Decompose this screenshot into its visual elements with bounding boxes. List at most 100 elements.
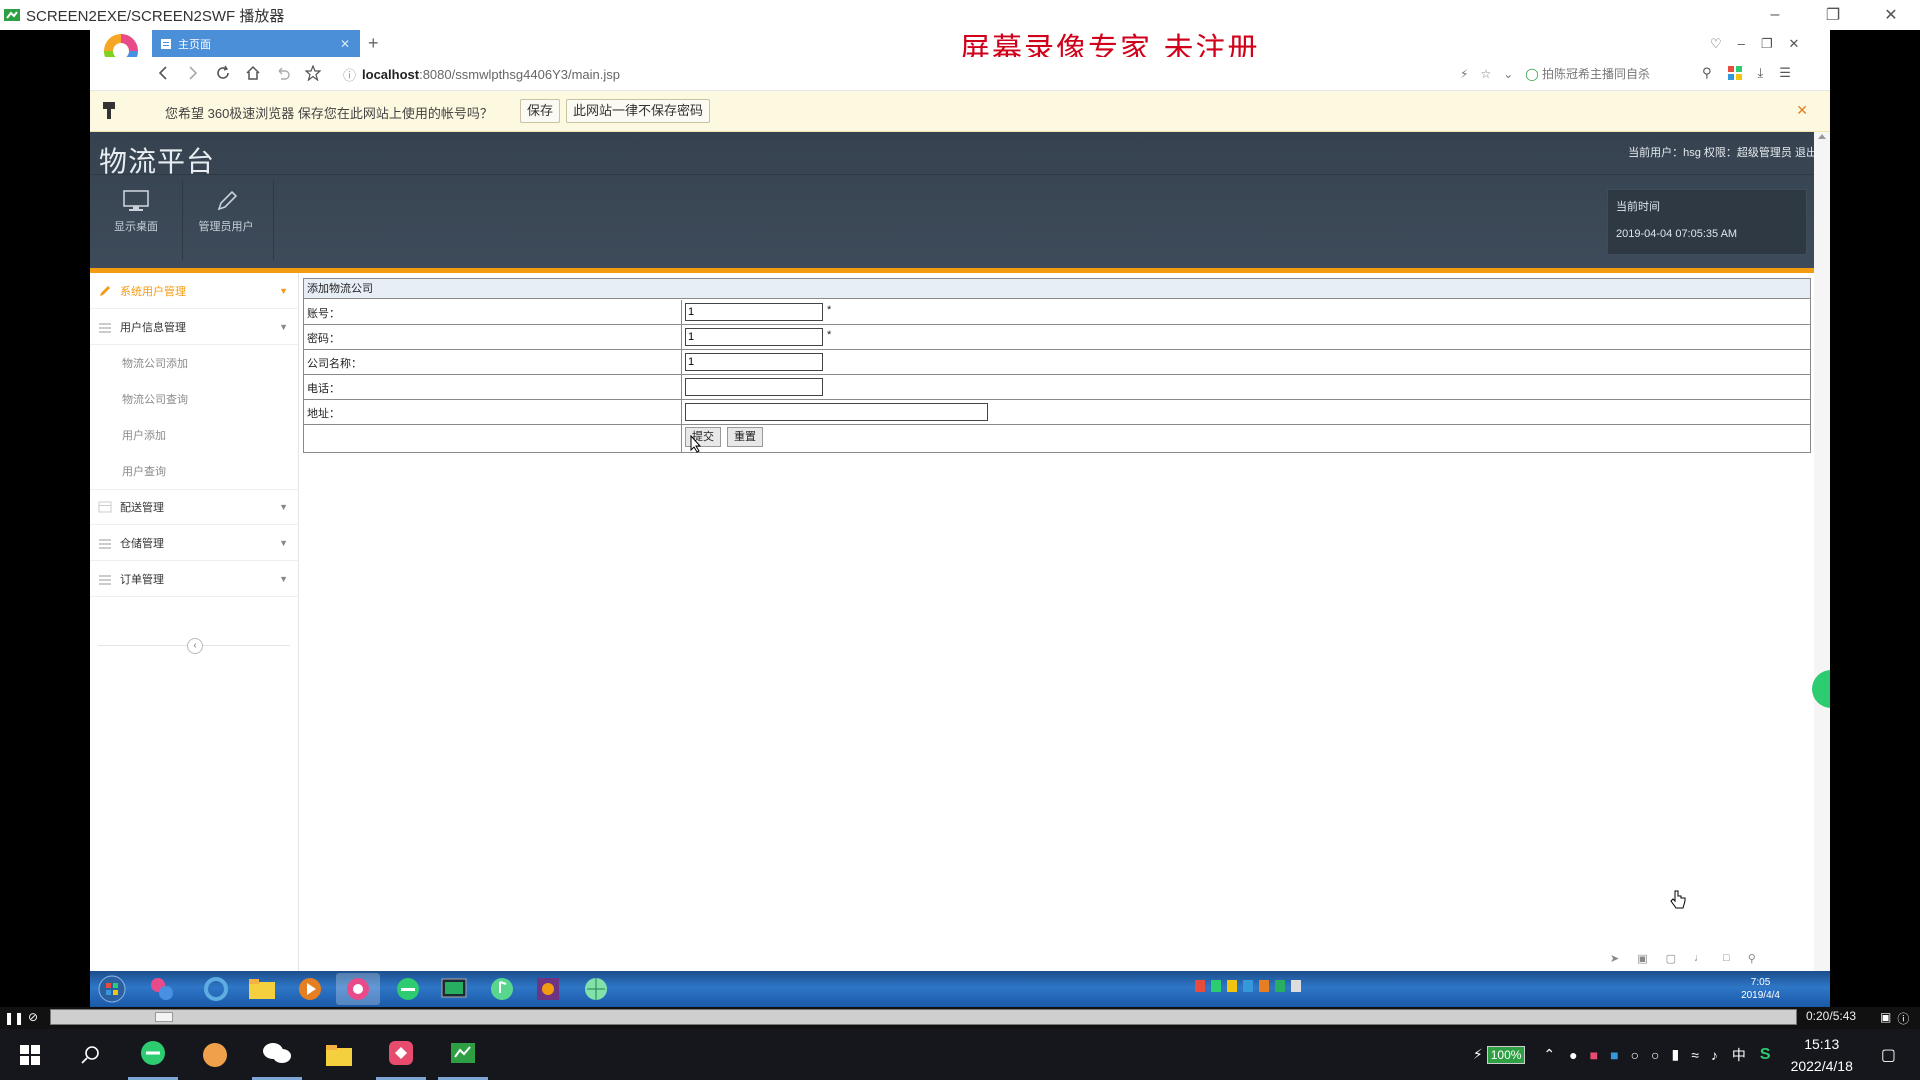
- system-clock[interactable]: 15:13 2022/4/18: [1791, 1033, 1853, 1077]
- tray-icon[interactable]: [1291, 980, 1301, 992]
- skin-icon[interactable]: ♡: [1710, 36, 1722, 52]
- minimize-button[interactable]: –: [1746, 0, 1804, 30]
- orange-app-icon[interactable]: [190, 1029, 240, 1080]
- sidebar-item-delivery[interactable]: 配送管理 ▼: [90, 489, 298, 525]
- terminal-icon[interactable]: [432, 973, 476, 1005]
- chevron-up-icon[interactable]: ⌃: [1543, 1046, 1555, 1063]
- never-save-button[interactable]: 此网站一律不保存密码: [566, 99, 711, 123]
- tray-icon[interactable]: [1275, 980, 1285, 992]
- game-icon[interactable]: [526, 973, 570, 1005]
- blue-tray-icon[interactable]: ■: [1610, 1047, 1618, 1063]
- tray-icon[interactable]: [1227, 980, 1237, 992]
- tray-icon[interactable]: [1211, 980, 1221, 992]
- music-icon[interactable]: [480, 973, 524, 1005]
- browser-green-icon[interactable]: [386, 973, 430, 1005]
- wechat-icon[interactable]: [252, 1029, 302, 1080]
- back-icon[interactable]: [155, 65, 171, 81]
- red-tray-icon[interactable]: ■: [1590, 1047, 1598, 1063]
- scroll-up-icon[interactable]: [1818, 134, 1826, 139]
- tab-main-page[interactable]: 主页面 ✕: [152, 30, 360, 57]
- app-taskbar-icon[interactable]: [140, 973, 184, 1005]
- home-icon[interactable]: [245, 65, 261, 81]
- search-hint[interactable]: ◯ 拍陈冠希主播同自杀: [1525, 65, 1650, 82]
- folder-icon[interactable]: [240, 973, 284, 1005]
- sidebar-item-user-info[interactable]: 用户信息管理 ▼: [90, 309, 298, 345]
- restore-button[interactable]: ❐: [1804, 0, 1862, 30]
- browser-restore-icon[interactable]: ❐: [1761, 36, 1773, 52]
- tray-icon[interactable]: [1195, 980, 1205, 992]
- ie-icon[interactable]: [194, 973, 238, 1005]
- zoom-icon[interactable]: ⚲: [1748, 952, 1756, 970]
- password-input[interactable]: [685, 328, 823, 346]
- phone-input[interactable]: [685, 378, 823, 396]
- sidebar-subitem-query-company[interactable]: 物流公司查询: [90, 381, 298, 417]
- admin-user-button[interactable]: 管理员用户: [186, 190, 266, 234]
- wechat-tray-icon-2[interactable]: ○: [1651, 1047, 1659, 1063]
- sidebar-subitem-add-user[interactable]: 用户添加: [90, 417, 298, 453]
- red-app-icon[interactable]: [376, 1029, 426, 1080]
- tray-icon[interactable]: [1243, 980, 1253, 992]
- address-bar[interactable]: ⓘ localhost:8080/ssmwlpthsg4406Y3/main.j…: [343, 62, 1243, 86]
- address-input[interactable]: [685, 403, 988, 421]
- search-icon[interactable]: ⚲: [1702, 65, 1712, 81]
- window-icon[interactable]: □: [1723, 952, 1730, 970]
- search-icon[interactable]: [65, 1029, 115, 1080]
- fullscreen-icon[interactable]: ▣: [1880, 1010, 1891, 1027]
- save-password-button[interactable]: 保存: [520, 99, 561, 123]
- file-explorer-icon[interactable]: [314, 1029, 364, 1080]
- dropdown-icon[interactable]: ⌄: [1503, 67, 1513, 81]
- rocket-icon[interactable]: ➤: [1610, 952, 1619, 970]
- new-tab-button[interactable]: +: [368, 33, 379, 54]
- sidebar-item-warehouse[interactable]: 仓储管理 ▼: [90, 525, 298, 561]
- sidebar-subitem-add-company[interactable]: 物流公司添加: [90, 345, 298, 381]
- globe-icon[interactable]: [574, 973, 618, 1005]
- sidebar-item-orders[interactable]: 订单管理 ▼: [90, 561, 298, 597]
- wechat-tray-icon[interactable]: ○: [1631, 1047, 1639, 1063]
- show-desktop-button[interactable]: 显示桌面: [96, 190, 176, 234]
- browser-360-taskbar-icon[interactable]: [128, 1029, 178, 1080]
- forward-icon[interactable]: [185, 65, 201, 81]
- seek-thumb[interactable]: [155, 1012, 173, 1022]
- menu-icon[interactable]: ☰: [1779, 65, 1791, 81]
- qq-icon[interactable]: ●: [1569, 1047, 1577, 1063]
- refresh-icon[interactable]: [215, 65, 231, 81]
- lightning-icon[interactable]: ⚡︎: [1460, 67, 1468, 81]
- sidebar-item-system-users[interactable]: 系统用户管理 ▼: [90, 273, 298, 309]
- star-icon[interactable]: [305, 65, 321, 81]
- sidebar-subitem-query-user[interactable]: 用户查询: [90, 453, 298, 489]
- user-info[interactable]: 当前用户：hsg 权限：超级管理员 退出: [1628, 144, 1817, 160]
- ime-indicator[interactable]: 中: [1732, 1045, 1746, 1065]
- account-input[interactable]: [685, 303, 823, 321]
- screenshot-icon[interactable]: ▣: [1637, 952, 1647, 970]
- close-bar-icon[interactable]: ✕: [1796, 102, 1808, 119]
- tray-icon[interactable]: [1259, 980, 1269, 992]
- bookmark-star-icon[interactable]: ☆: [1480, 67, 1491, 81]
- screen-player-icon[interactable]: [438, 1029, 488, 1080]
- browser-minimize-icon[interactable]: –: [1738, 36, 1745, 52]
- volume-icon[interactable]: ♩: [1694, 952, 1705, 970]
- download-icon[interactable]: ⤓: [1758, 65, 1764, 81]
- sogou-icon[interactable]: S: [1760, 1046, 1771, 1064]
- seek-bar[interactable]: [50, 1009, 1797, 1025]
- info-icon[interactable]: ⓘ: [1897, 1010, 1909, 1027]
- apps-grid-icon[interactable]: [1727, 66, 1742, 80]
- win7-start-icon[interactable]: [90, 973, 134, 1005]
- notification-icon[interactable]: ▢: [1881, 1045, 1896, 1065]
- battery-icon[interactable]: ▮: [1672, 1046, 1680, 1063]
- battery-indicator[interactable]: ⚡︎ 100%: [1473, 1045, 1526, 1064]
- browser-360-icon[interactable]: [336, 973, 380, 1005]
- close-button[interactable]: ✕: [1862, 0, 1920, 30]
- trash-icon[interactable]: ▢: [1666, 952, 1676, 970]
- tab-close-icon[interactable]: ✕: [340, 37, 350, 51]
- media-player-icon[interactable]: [288, 973, 332, 1005]
- company-name-input[interactable]: [685, 353, 823, 371]
- page-scrollbar[interactable]: [1814, 132, 1830, 971]
- undo-icon[interactable]: [275, 65, 291, 81]
- wifi-icon[interactable]: ≈: [1691, 1047, 1699, 1063]
- pause-icon[interactable]: ❚❚: [4, 1011, 24, 1025]
- browser-close-icon[interactable]: ✕: [1789, 36, 1800, 52]
- speaker-icon[interactable]: ♪: [1711, 1047, 1718, 1063]
- reset-button[interactable]: 重置: [727, 427, 763, 447]
- stop-icon[interactable]: ⊘: [28, 1010, 38, 1024]
- collapse-sidebar-button[interactable]: ‹: [187, 638, 203, 654]
